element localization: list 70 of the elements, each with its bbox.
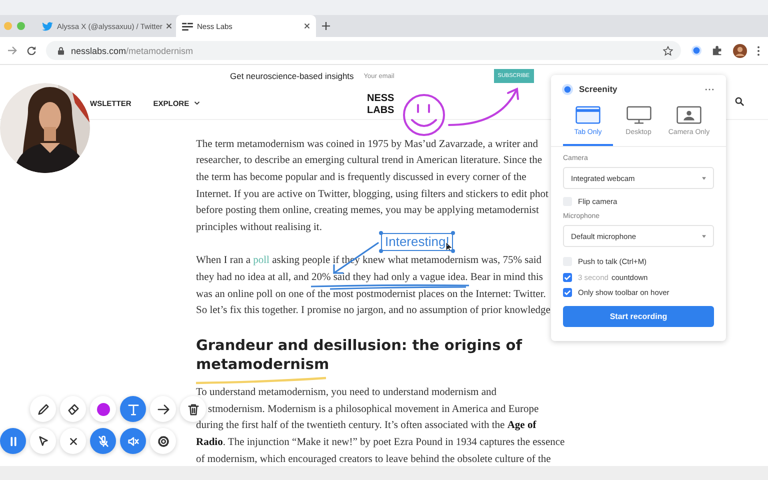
search-icon[interactable] bbox=[735, 97, 744, 106]
site-logo-icon bbox=[182, 22, 193, 30]
delete-button[interactable] bbox=[180, 396, 206, 422]
new-tab-icon[interactable] bbox=[322, 22, 330, 30]
paragraph-line: of modernism, which encouraged creators to leave behind the obsolete culture of the bbox=[196, 454, 551, 466]
app-logo-icon bbox=[562, 84, 573, 94]
mic-off-icon bbox=[96, 434, 110, 448]
start-recording-button[interactable]: Start recording bbox=[563, 306, 714, 326]
caret-icon bbox=[702, 176, 706, 180]
close-icon[interactable] bbox=[166, 23, 172, 29]
caret-icon[interactable] bbox=[194, 101, 200, 105]
camera-frame-icon bbox=[676, 106, 702, 124]
checkbox[interactable] bbox=[563, 272, 572, 282]
paragraph-line: stmodernism. Modernism is a philosophical movement in America and Europe bbox=[208, 404, 539, 416]
arrow-icon bbox=[156, 402, 170, 416]
paragraph-line: researcher, to describe an emerging cultural trend in American literature. Since the bbox=[196, 155, 542, 168]
pointer-button[interactable] bbox=[30, 428, 56, 454]
more-icon[interactable] bbox=[705, 88, 714, 90]
pause-button[interactable] bbox=[0, 428, 26, 454]
paragraph-line: was an online poll on one of the most postmodernist places on the Internet: Twitter. bbox=[196, 288, 546, 301]
banner-text: Get neuroscience-based insights bbox=[230, 71, 354, 81]
section-heading: Grandeur and desillusion: the origins of metamodernism bbox=[196, 337, 522, 376]
address-bar[interactable]: nesslabs.com/metamodernism bbox=[46, 41, 681, 60]
paragraph-line: before posting them online, creating memes, you may be applying metamodernist bbox=[196, 205, 539, 218]
speaker-off-icon bbox=[126, 434, 140, 448]
forward-icon[interactable] bbox=[8, 46, 17, 55]
paragraph-line: they had no idea at all, and 20% said they had only a vague idea. Bear in mind this bbox=[196, 272, 543, 284]
paragraph-line: principles without realising it. bbox=[196, 222, 322, 234]
settings-icon bbox=[156, 434, 170, 448]
url-host: nesslabs.com bbox=[71, 46, 126, 56]
lock-icon bbox=[58, 46, 64, 54]
pencil-button[interactable] bbox=[30, 396, 56, 422]
annotation-text-box: Interesting! bbox=[381, 233, 454, 251]
color-button[interactable] bbox=[90, 396, 116, 422]
site-logo[interactable]: NESS LABS bbox=[367, 93, 394, 117]
reload-icon[interactable] bbox=[27, 46, 36, 55]
eraser-button[interactable] bbox=[60, 396, 86, 422]
curved-arrow bbox=[448, 88, 519, 126]
caret-icon bbox=[702, 234, 706, 238]
avatar-icon[interactable] bbox=[733, 44, 747, 58]
close-button[interactable] bbox=[60, 428, 86, 454]
monitor-icon bbox=[626, 106, 652, 124]
settings-button[interactable] bbox=[150, 428, 176, 454]
paragraph-line: the term has become popular and is frequently discussed in every corner of the bbox=[196, 172, 526, 184]
paragraph-line: So let’s fix this together. I promise no jargon, and no assumption of prior knowledge bbox=[196, 305, 550, 318]
arrow-button[interactable] bbox=[150, 396, 176, 422]
eraser-icon bbox=[66, 402, 80, 416]
close-icon[interactable] bbox=[304, 23, 310, 29]
panel-title: Screenity bbox=[579, 84, 618, 94]
text-icon bbox=[126, 402, 140, 416]
smiley-drawing bbox=[403, 94, 445, 136]
puzzle-icon[interactable] bbox=[712, 45, 723, 56]
menu-icon[interactable] bbox=[757, 46, 760, 56]
extension-icon[interactable] bbox=[691, 45, 702, 56]
trash-icon bbox=[186, 402, 200, 416]
star-icon[interactable] bbox=[663, 46, 673, 56]
cursor-icon bbox=[36, 434, 50, 448]
pencil-icon bbox=[36, 402, 50, 416]
mic-button[interactable] bbox=[90, 428, 116, 454]
paragraph-line: during the first half of the twentieth century. It’s often associated with the Age of bbox=[196, 420, 536, 432]
checkbox[interactable] bbox=[563, 288, 572, 298]
text-button[interactable] bbox=[120, 396, 146, 422]
paragraph-line: The term metamodernism was coined in 1975 by Mas’ud Zavarzade, a writer and bbox=[196, 138, 538, 151]
paragraph-line: To understand metamodernism, you need to understand modernism and bbox=[196, 386, 496, 399]
url-path: /metamodernism bbox=[126, 46, 194, 56]
paragraph-line: Radio. The injunction “Make it new!” by poet Ezra Pound in 1934 captures the essence bbox=[196, 436, 565, 449]
paragraph-line: Internet. If you are active on Twitter, blogging, using filters and stickers to edit phot bbox=[196, 188, 548, 201]
bird-icon bbox=[42, 22, 53, 30]
sound-button[interactable] bbox=[120, 428, 146, 454]
browser-window-icon bbox=[575, 106, 601, 124]
